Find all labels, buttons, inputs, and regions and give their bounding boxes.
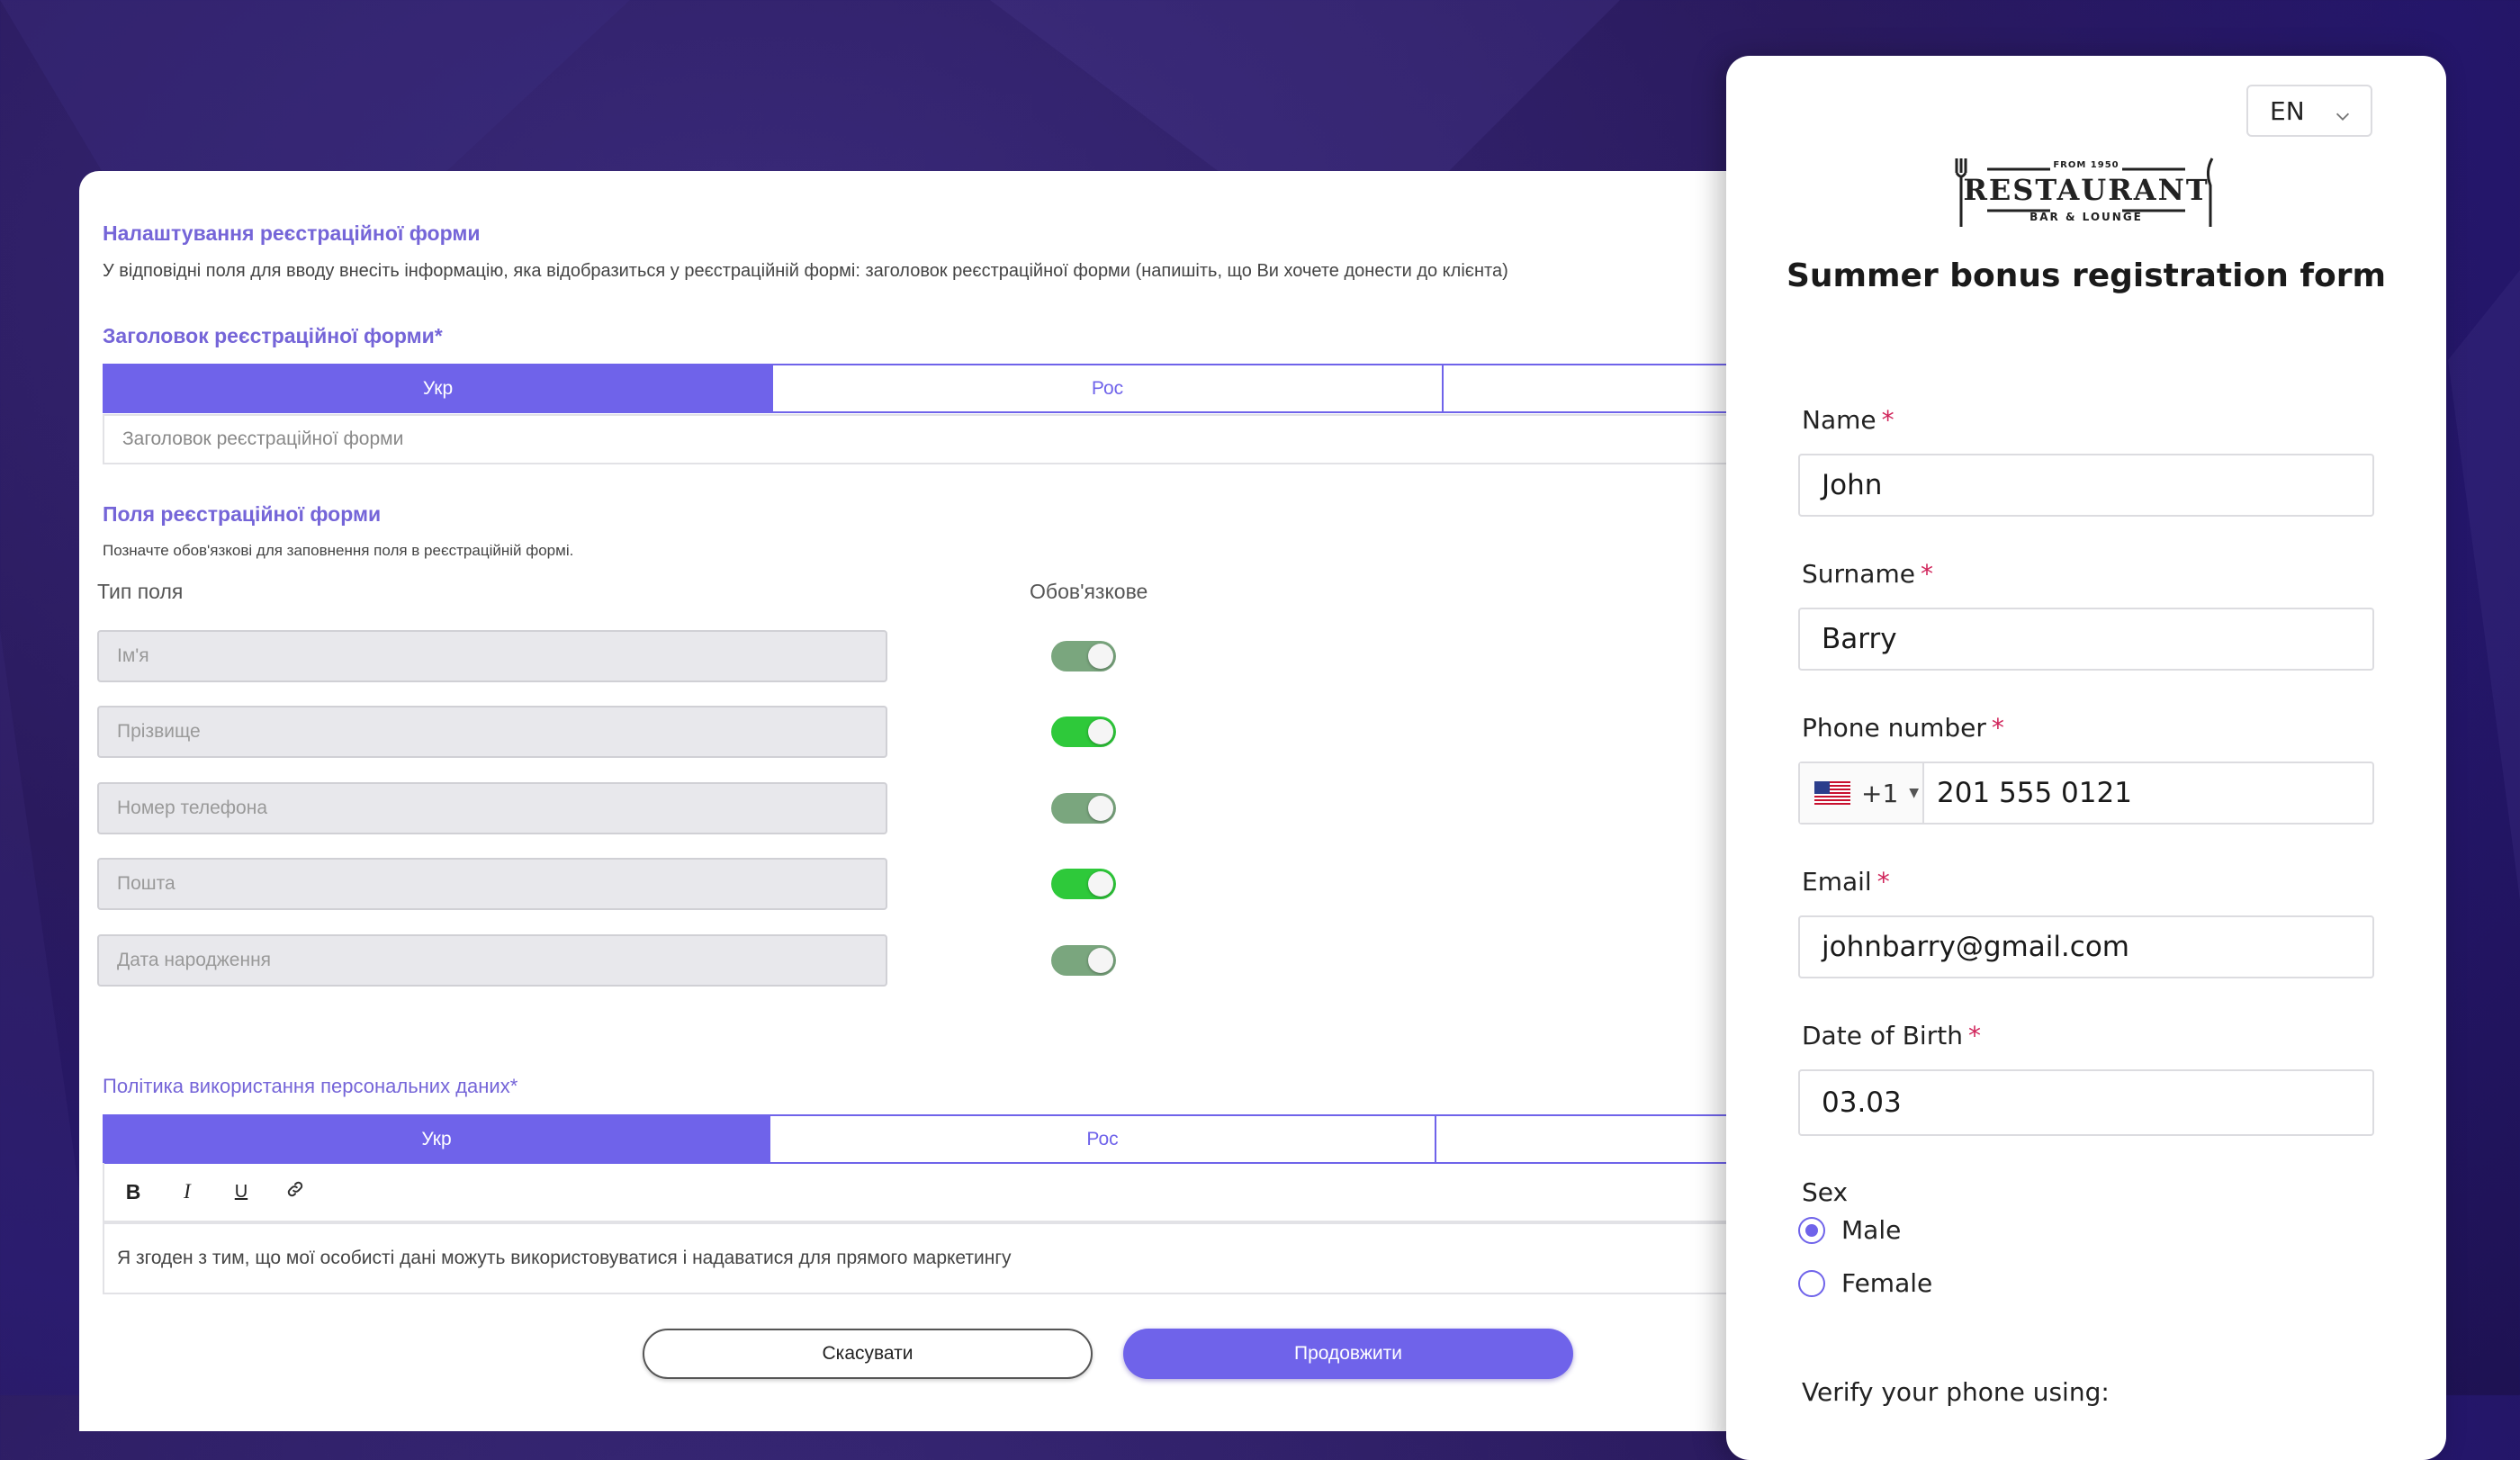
email-input[interactable]: johnbarry@gmail.com: [1798, 915, 2374, 978]
link-icon[interactable]: [284, 1179, 306, 1204]
form-settings-panel: Налаштування реєстраційної форми У відпо…: [79, 171, 1894, 1431]
policy-language-tabs: Укр Рос: [103, 1114, 1894, 1164]
restaurant-logo: FROM 1950 RESTAURANT BAR & LOUNGE: [1951, 155, 2221, 230]
header-title-label: Заголовок реєстраційної форми*: [103, 324, 443, 347]
dob-input[interactable]: 03.03: [1798, 1069, 2374, 1136]
tab-policy-ros[interactable]: Рос: [770, 1114, 1436, 1164]
language-value: EN: [2270, 95, 2305, 126]
field-type-surname: Прізвище: [97, 706, 887, 758]
name-label: Name *: [1802, 405, 1894, 435]
email-label: Email *: [1802, 867, 1890, 897]
field-type-email: Пошта: [97, 858, 887, 910]
dob-label: Date of Birth *: [1802, 1021, 1981, 1050]
continue-button[interactable]: Продовжити: [1123, 1329, 1573, 1379]
sex-option-female[interactable]: Female: [1798, 1268, 1932, 1298]
name-input[interactable]: John: [1798, 454, 2374, 517]
field-type-name: Ім'я: [97, 630, 887, 682]
form-title: Summer bonus registration form: [1786, 257, 2387, 294]
radio-male[interactable]: [1798, 1216, 1825, 1244]
required-toggle-name[interactable]: [1051, 641, 1116, 671]
radio-female[interactable]: [1798, 1269, 1825, 1297]
column-required: Обов'язкове: [1030, 580, 1148, 603]
header-title-input[interactable]: Заголовок реєстраційної форми: [103, 414, 1885, 464]
required-mark: *: [1967, 1021, 1981, 1050]
settings-description: У відповідні поля для вводу внесіть інфо…: [103, 261, 1508, 281]
chevron-down-icon: [2333, 103, 2353, 132]
surname-label: Surname *: [1802, 559, 1933, 589]
fields-title: Поля реєстраційної форми: [103, 502, 382, 526]
sex-label: Sex: [1802, 1177, 1849, 1207]
language-select[interactable]: EN: [2246, 85, 2372, 137]
required-mark: *: [1991, 713, 2004, 743]
country-code: +1: [1861, 778, 1899, 808]
country-code-select[interactable]: +1 ▼: [1800, 763, 1924, 823]
required-mark: *: [1920, 559, 1933, 589]
settings-title: Налаштування реєстраційної форми: [103, 221, 481, 245]
header-language-tabs: Укр Рос: [103, 364, 1894, 413]
bold-button[interactable]: B: [122, 1180, 144, 1204]
policy-editor-toolbar: B I U: [103, 1163, 1885, 1222]
column-field-type: Тип поля: [97, 580, 184, 603]
italic-button[interactable]: I: [176, 1180, 198, 1203]
verify-label: Verify your phone using:: [1802, 1377, 2110, 1407]
logo-since: FROM 1950: [2053, 160, 2120, 170]
surname-input[interactable]: Barry: [1798, 608, 2374, 671]
tab-policy-ukr[interactable]: Укр: [103, 1114, 770, 1164]
required-toggle-surname[interactable]: [1051, 716, 1116, 747]
underline-button[interactable]: U: [230, 1182, 252, 1203]
field-type-birthdate: Дата народження: [97, 934, 887, 987]
policy-text-editor[interactable]: Я згоден з тим, що мої особисті дані мож…: [103, 1222, 1885, 1294]
caret-down-icon: ▼: [1909, 786, 1920, 800]
field-type-phone: Номер телефона: [97, 782, 887, 834]
required-toggle-birthdate[interactable]: [1051, 945, 1116, 976]
phone-label: Phone number *: [1802, 713, 2004, 743]
required-mark: *: [1876, 867, 1890, 897]
required-toggle-phone[interactable]: [1051, 793, 1116, 824]
phone-input[interactable]: 201 555 0121: [1924, 777, 2132, 809]
registration-form-preview: EN FROM 1950 RESTAURANT BAR & LOUNGE Sum…: [1726, 56, 2446, 1460]
logo-name: RESTAURANT: [1963, 173, 2210, 207]
tab-header-ukr[interactable]: Укр: [103, 364, 773, 413]
logo-tagline: BAR & LOUNGE: [2030, 211, 2143, 223]
required-toggle-email[interactable]: [1051, 869, 1116, 899]
fields-description: Позначте обов'язкові для заповнення поля…: [103, 542, 574, 559]
phone-field: +1 ▼ 201 555 0121: [1798, 762, 2374, 825]
cancel-button[interactable]: Скасувати: [643, 1329, 1093, 1379]
us-flag-icon: [1814, 781, 1850, 805]
sex-option-male[interactable]: Male: [1798, 1215, 1901, 1245]
policy-title: Політика використання персональних даних…: [103, 1075, 518, 1097]
tab-header-ros[interactable]: Рос: [773, 364, 1444, 413]
required-mark: *: [1881, 405, 1894, 435]
